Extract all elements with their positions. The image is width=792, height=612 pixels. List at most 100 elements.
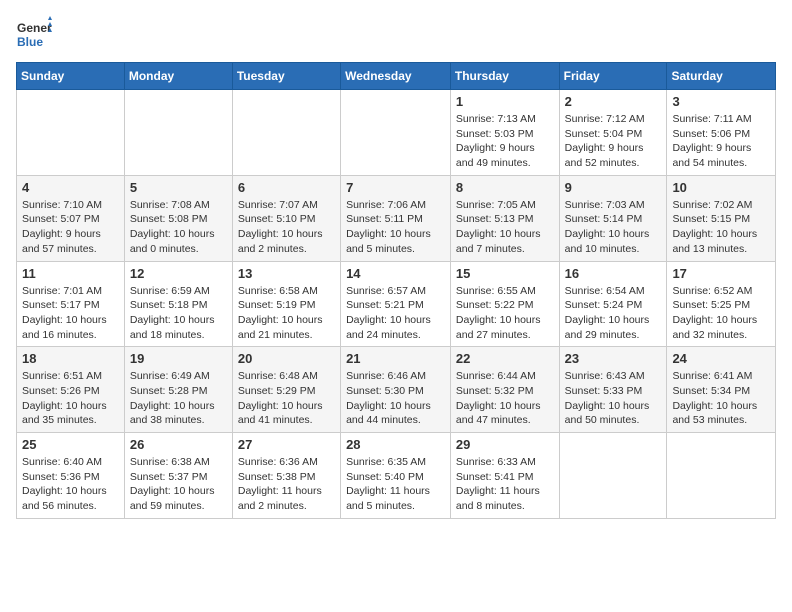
calendar-week-row: 4 Sunrise: 7:10 AMSunset: 5:07 PMDaylight… (17, 175, 776, 261)
day-number: 20 (238, 351, 335, 366)
calendar-day-cell: 24 Sunrise: 6:41 AMSunset: 5:34 PMDayligh… (667, 347, 776, 433)
calendar-day-cell: 2 Sunrise: 7:12 AMSunset: 5:04 PMDaylight… (559, 90, 667, 176)
day-number: 11 (22, 266, 119, 281)
day-number: 8 (456, 180, 554, 195)
day-number: 1 (456, 94, 554, 109)
day-info: Sunrise: 6:38 AMSunset: 5:37 PMDaylight:… (130, 455, 227, 514)
day-number: 28 (346, 437, 445, 452)
day-info: Sunrise: 7:03 AMSunset: 5:14 PMDaylight:… (565, 198, 662, 257)
day-number: 6 (238, 180, 335, 195)
day-info: Sunrise: 7:08 AMSunset: 5:08 PMDaylight:… (130, 198, 227, 257)
calendar-day-cell: 29 Sunrise: 6:33 AMSunset: 5:41 PMDayligh… (450, 433, 559, 519)
calendar-day-cell (667, 433, 776, 519)
calendar-day-cell: 19 Sunrise: 6:49 AMSunset: 5:28 PMDayligh… (124, 347, 232, 433)
day-number: 18 (22, 351, 119, 366)
logo-svg: General Blue (16, 16, 52, 52)
calendar-day-cell: 1 Sunrise: 7:13 AMSunset: 5:03 PMDaylight… (450, 90, 559, 176)
svg-text:General: General (17, 21, 52, 35)
day-number: 9 (565, 180, 662, 195)
day-number: 19 (130, 351, 227, 366)
day-info: Sunrise: 6:59 AMSunset: 5:18 PMDaylight:… (130, 284, 227, 343)
calendar-day-cell: 17 Sunrise: 6:52 AMSunset: 5:25 PMDayligh… (667, 261, 776, 347)
day-info: Sunrise: 7:13 AMSunset: 5:03 PMDaylight:… (456, 112, 554, 171)
weekday-header-friday: Friday (559, 63, 667, 90)
calendar-day-cell (341, 90, 451, 176)
calendar-day-cell: 12 Sunrise: 6:59 AMSunset: 5:18 PMDayligh… (124, 261, 232, 347)
calendar-day-cell: 23 Sunrise: 6:43 AMSunset: 5:33 PMDayligh… (559, 347, 667, 433)
svg-text:Blue: Blue (17, 35, 43, 49)
day-number: 12 (130, 266, 227, 281)
calendar-day-cell: 21 Sunrise: 6:46 AMSunset: 5:30 PMDayligh… (341, 347, 451, 433)
day-info: Sunrise: 7:02 AMSunset: 5:15 PMDaylight:… (672, 198, 770, 257)
day-number: 24 (672, 351, 770, 366)
calendar-day-cell (559, 433, 667, 519)
day-number: 21 (346, 351, 445, 366)
day-number: 2 (565, 94, 662, 109)
weekday-header-thursday: Thursday (450, 63, 559, 90)
day-info: Sunrise: 6:43 AMSunset: 5:33 PMDaylight:… (565, 369, 662, 428)
day-info: Sunrise: 7:05 AMSunset: 5:13 PMDaylight:… (456, 198, 554, 257)
day-info: Sunrise: 6:52 AMSunset: 5:25 PMDaylight:… (672, 284, 770, 343)
day-number: 29 (456, 437, 554, 452)
day-info: Sunrise: 6:49 AMSunset: 5:28 PMDaylight:… (130, 369, 227, 428)
calendar-week-row: 25 Sunrise: 6:40 AMSunset: 5:36 PMDayligh… (17, 433, 776, 519)
day-info: Sunrise: 7:07 AMSunset: 5:10 PMDaylight:… (238, 198, 335, 257)
day-info: Sunrise: 6:40 AMSunset: 5:36 PMDaylight:… (22, 455, 119, 514)
day-info: Sunrise: 6:57 AMSunset: 5:21 PMDaylight:… (346, 284, 445, 343)
calendar-day-cell: 15 Sunrise: 6:55 AMSunset: 5:22 PMDayligh… (450, 261, 559, 347)
day-info: Sunrise: 6:44 AMSunset: 5:32 PMDaylight:… (456, 369, 554, 428)
day-number: 3 (672, 94, 770, 109)
calendar-day-cell: 27 Sunrise: 6:36 AMSunset: 5:38 PMDayligh… (232, 433, 340, 519)
day-number: 22 (456, 351, 554, 366)
weekday-header-monday: Monday (124, 63, 232, 90)
day-info: Sunrise: 7:12 AMSunset: 5:04 PMDaylight:… (565, 112, 662, 171)
logo: General Blue (16, 16, 52, 52)
day-number: 23 (565, 351, 662, 366)
day-info: Sunrise: 6:55 AMSunset: 5:22 PMDaylight:… (456, 284, 554, 343)
calendar-day-cell: 14 Sunrise: 6:57 AMSunset: 5:21 PMDayligh… (341, 261, 451, 347)
day-info: Sunrise: 6:54 AMSunset: 5:24 PMDaylight:… (565, 284, 662, 343)
calendar-day-cell: 26 Sunrise: 6:38 AMSunset: 5:37 PMDayligh… (124, 433, 232, 519)
weekday-header-tuesday: Tuesday (232, 63, 340, 90)
calendar-day-cell: 22 Sunrise: 6:44 AMSunset: 5:32 PMDayligh… (450, 347, 559, 433)
day-info: Sunrise: 7:10 AMSunset: 5:07 PMDaylight:… (22, 198, 119, 257)
day-number: 14 (346, 266, 445, 281)
day-number: 7 (346, 180, 445, 195)
day-info: Sunrise: 7:06 AMSunset: 5:11 PMDaylight:… (346, 198, 445, 257)
day-info: Sunrise: 6:48 AMSunset: 5:29 PMDaylight:… (238, 369, 335, 428)
weekday-header-wednesday: Wednesday (341, 63, 451, 90)
calendar-day-cell: 16Sunrise: 6:54 AMSunset: 5:24 PMDayligh… (559, 261, 667, 347)
calendar-week-row: 18Sunrise: 6:51 AMSunset: 5:26 PMDayligh… (17, 347, 776, 433)
calendar-day-cell (17, 90, 125, 176)
day-info: Sunrise: 7:11 AMSunset: 5:06 PMDaylight:… (672, 112, 770, 171)
day-number: 15 (456, 266, 554, 281)
day-info: Sunrise: 6:41 AMSunset: 5:34 PMDaylight:… (672, 369, 770, 428)
weekday-header-saturday: Saturday (667, 63, 776, 90)
day-number: 4 (22, 180, 119, 195)
calendar-day-cell: 5Sunrise: 7:08 AMSunset: 5:08 PMDaylight… (124, 175, 232, 261)
calendar-day-cell: 9 Sunrise: 7:03 AMSunset: 5:14 PMDaylight… (559, 175, 667, 261)
day-info: Sunrise: 6:46 AMSunset: 5:30 PMDaylight:… (346, 369, 445, 428)
calendar-day-cell: 6 Sunrise: 7:07 AMSunset: 5:10 PMDaylight… (232, 175, 340, 261)
day-number: 17 (672, 266, 770, 281)
calendar-day-cell: 4 Sunrise: 7:10 AMSunset: 5:07 PMDaylight… (17, 175, 125, 261)
calendar-day-cell: 11 Sunrise: 7:01 AMSunset: 5:17 PMDayligh… (17, 261, 125, 347)
page-header: General Blue (16, 16, 776, 52)
calendar-day-cell (124, 90, 232, 176)
day-info: Sunrise: 6:33 AMSunset: 5:41 PMDaylight:… (456, 455, 554, 514)
calendar-day-cell: 25 Sunrise: 6:40 AMSunset: 5:36 PMDayligh… (17, 433, 125, 519)
weekday-header-sunday: Sunday (17, 63, 125, 90)
day-info: Sunrise: 7:01 AMSunset: 5:17 PMDaylight:… (22, 284, 119, 343)
weekday-header-row: SundayMondayTuesdayWednesdayThursdayFrid… (17, 63, 776, 90)
calendar-day-cell: 10Sunrise: 7:02 AMSunset: 5:15 PMDayligh… (667, 175, 776, 261)
calendar-table: SundayMondayTuesdayWednesdayThursdayFrid… (16, 62, 776, 519)
day-info: Sunrise: 6:36 AMSunset: 5:38 PMDaylight:… (238, 455, 335, 514)
calendar-day-cell: 18Sunrise: 6:51 AMSunset: 5:26 PMDayligh… (17, 347, 125, 433)
day-info: Sunrise: 6:35 AMSunset: 5:40 PMDaylight:… (346, 455, 445, 514)
day-number: 27 (238, 437, 335, 452)
day-number: 25 (22, 437, 119, 452)
calendar-week-row: 11 Sunrise: 7:01 AMSunset: 5:17 PMDayligh… (17, 261, 776, 347)
calendar-week-row: 1 Sunrise: 7:13 AMSunset: 5:03 PMDaylight… (17, 90, 776, 176)
calendar-day-cell (232, 90, 340, 176)
day-number: 26 (130, 437, 227, 452)
